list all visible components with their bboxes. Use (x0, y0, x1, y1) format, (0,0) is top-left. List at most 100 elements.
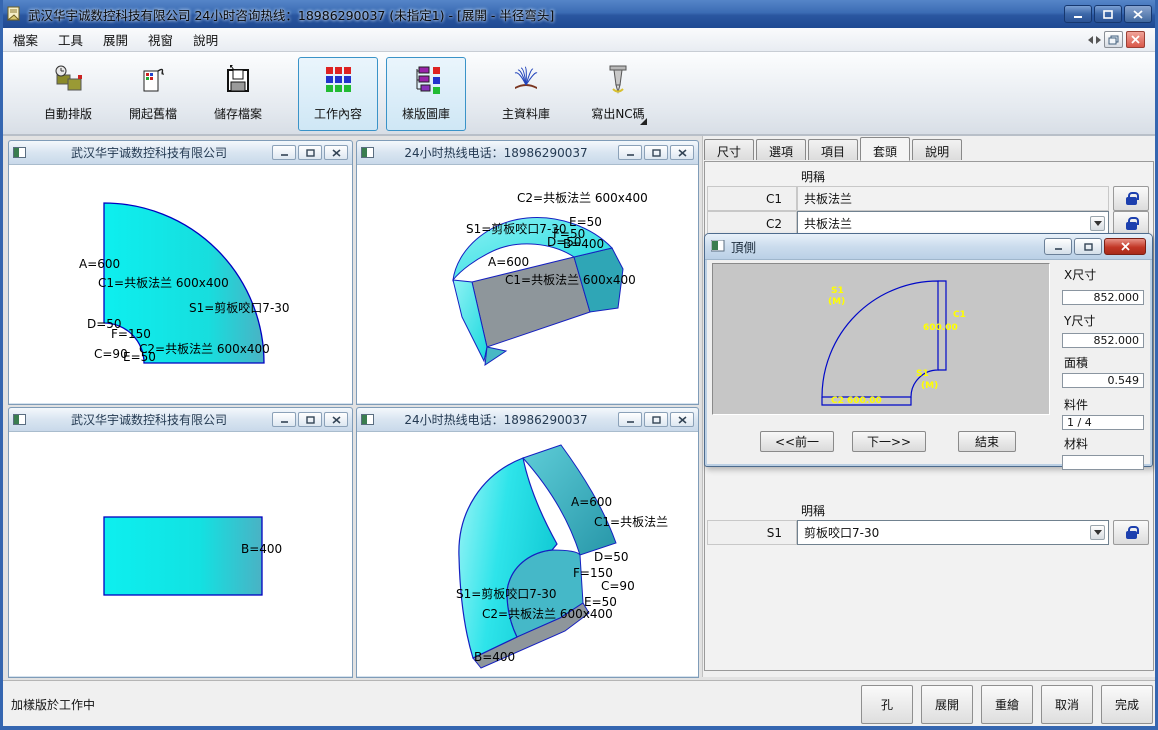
template-gallery-icon (409, 63, 443, 97)
menu-unfold[interactable]: 展開 (93, 27, 138, 52)
nav-back-icon[interactable] (1088, 36, 1093, 44)
tab-connector[interactable]: 套頭 (860, 137, 910, 161)
tab-notes[interactable]: 說明 (912, 139, 962, 160)
minimize-icon[interactable] (272, 412, 296, 427)
lock-button[interactable] (1113, 186, 1149, 211)
material-field[interactable] (1062, 455, 1144, 470)
restore-icon[interactable] (644, 412, 668, 427)
field-label: 料件 (1064, 396, 1088, 413)
preview-canvas[interactable]: S1 (M) C1 600.00 S1 (M) C2 600.00 (712, 263, 1050, 415)
viewport-titlebar[interactable]: 武汉华宇诚数控科技有限公司 (9, 408, 352, 432)
redraw-button[interactable]: 重繪 (981, 685, 1033, 724)
close-icon[interactable] (1124, 5, 1152, 23)
dim-label: C1=共板法兰 (594, 513, 668, 530)
toolbar-save-file-button[interactable]: 儲存檔案 (198, 58, 278, 130)
app-icon (6, 6, 22, 22)
3d-view-canvas[interactable]: A=600 C1=共板法兰 D=50 F=150 C=90 S1=剪板咬口7-3… (357, 432, 698, 676)
preview-shape (713, 264, 1049, 414)
unfold-button[interactable]: 展開 (921, 685, 973, 724)
menu-window[interactable]: 視窗 (138, 27, 183, 52)
status-text: 加樣版於工作中 (11, 696, 95, 713)
close-icon[interactable] (324, 412, 348, 427)
chevron-down-icon[interactable] (1090, 525, 1105, 540)
viewport-flat-pattern-window: 武汉华宇诚数控科技有限公司 A=600 C1=共板法兰 (8, 140, 353, 405)
toolbar-overflow-icon[interactable] (640, 118, 647, 125)
toolbar-label: 儲存檔案 (214, 105, 262, 122)
toolbar: 自動排版 開起舊檔 儲存檔案 工作內容 樣版圖庫 (3, 52, 1155, 136)
nav-forward-icon[interactable] (1096, 36, 1101, 44)
viewport-title: 24小时热线电话：18986290037 (374, 144, 618, 161)
done-button[interactable]: 完成 (1101, 685, 1153, 724)
minimize-icon[interactable] (1044, 238, 1072, 255)
mdi-restore-icon[interactable] (1104, 31, 1123, 48)
app-window: 武汉华宇诚数控科技有限公司 24小时咨询热线：18986290037 (未指定1… (0, 0, 1158, 730)
hole-button[interactable]: 孔 (861, 685, 913, 724)
y-size-field[interactable]: 852.000 (1062, 333, 1144, 348)
lock-button[interactable] (1113, 520, 1149, 545)
restore-icon[interactable] (644, 145, 668, 160)
menu-file[interactable]: 檔案 (3, 27, 48, 52)
toolbar-label: 自動排版 (44, 105, 92, 122)
tab-size[interactable]: 尺寸 (704, 139, 754, 160)
dim-label: A=600 (488, 255, 529, 269)
cancel-button[interactable]: 取消 (1041, 685, 1093, 724)
dim-label: B=400 (563, 237, 604, 251)
dim-label: C=90 (601, 579, 635, 593)
viewport-titlebar[interactable]: 24小时热线电话：18986290037 (357, 141, 698, 165)
chevron-down-icon[interactable] (1090, 216, 1105, 231)
restore-icon[interactable] (1074, 238, 1102, 255)
dialog-title: 頂側 (731, 237, 756, 256)
minimize-icon[interactable] (618, 145, 642, 160)
close-icon[interactable] (324, 145, 348, 160)
lock-icon (1126, 222, 1137, 230)
minimize-icon[interactable] (272, 145, 296, 160)
minimize-icon[interactable] (1064, 5, 1092, 23)
open-file-icon (136, 63, 170, 97)
x-size-field[interactable]: 852.000 (1062, 290, 1144, 305)
menu-help[interactable]: 說明 (183, 27, 228, 52)
toolbar-work-content-button[interactable]: 工作內容 (298, 57, 378, 131)
toolbar-open-file-button[interactable]: 開起舊檔 (113, 58, 193, 130)
seam-value: 剪板咬口7-30 (804, 524, 879, 541)
close-icon[interactable] (670, 412, 694, 427)
restore-icon[interactable] (298, 412, 322, 427)
titlebar: 武汉华宇诚数控科技有限公司 24小时咨询热线：18986290037 (未指定1… (0, 0, 1158, 28)
column-header: 明稱 (801, 502, 825, 519)
tab-items[interactable]: 項目 (808, 139, 858, 160)
next-button[interactable]: 下一>> (852, 431, 926, 452)
tab-options[interactable]: 選項 (756, 139, 806, 160)
toolbar-main-database-button[interactable]: 主資料庫 (486, 58, 566, 130)
lock-icon (1126, 531, 1137, 539)
seam-id: S1 (707, 520, 797, 545)
joint-id: C1 (707, 186, 797, 211)
dim-label: C2=共板法兰 600x400 (482, 605, 613, 622)
finish-button[interactable]: 結束 (958, 431, 1016, 452)
toolbar-template-gallery-button[interactable]: 樣版圖庫 (386, 57, 466, 131)
mdi-close-icon[interactable] (1126, 31, 1145, 48)
top-side-dialog: 頂側 S1 (M) C1 600.00 (704, 233, 1153, 467)
viewport-titlebar[interactable]: 24小时热线电话：18986290037 (357, 408, 698, 432)
restore-icon[interactable] (298, 145, 322, 160)
save-file-icon (221, 63, 255, 97)
minimize-icon[interactable] (618, 412, 642, 427)
work-content-icon (321, 63, 355, 97)
previous-button[interactable]: <<前一 (760, 431, 834, 452)
dialog-titlebar[interactable]: 頂側 (705, 234, 1152, 260)
seam-combobox[interactable]: 剪板咬口7-30 (797, 520, 1109, 545)
column-header: 明稱 (801, 168, 825, 185)
flat-pattern-canvas[interactable]: A=600 C1=共板法兰 600x400 S1=剪板咬口7-30 D=50 F… (9, 165, 352, 403)
maximize-icon[interactable] (1094, 5, 1122, 23)
close-icon[interactable] (670, 145, 694, 160)
area-field[interactable]: 0.549 (1062, 373, 1144, 388)
window-title: 武汉华宇诚数控科技有限公司 24小时咨询热线：18986290037 (未指定1… (28, 5, 554, 24)
viewport-titlebar[interactable]: 武汉华宇诚数控科技有限公司 (9, 141, 352, 165)
side-panel-canvas[interactable]: B=400 (9, 432, 352, 676)
part-count-field[interactable]: 1 / 4 (1062, 415, 1144, 430)
joint-value-field[interactable]: 共板法兰 (797, 186, 1109, 211)
menu-tools[interactable]: 工具 (48, 27, 93, 52)
toolbar-auto-nest-button[interactable]: 自動排版 (28, 58, 108, 130)
dim-label: B=400 (474, 650, 515, 664)
dim-label: F=150 (573, 566, 613, 580)
close-icon[interactable] (1104, 238, 1146, 255)
3d-view-canvas[interactable]: C2=共板法兰 600x400 S1=剪板咬口7-30 E=50 F=50 D=… (357, 165, 698, 403)
